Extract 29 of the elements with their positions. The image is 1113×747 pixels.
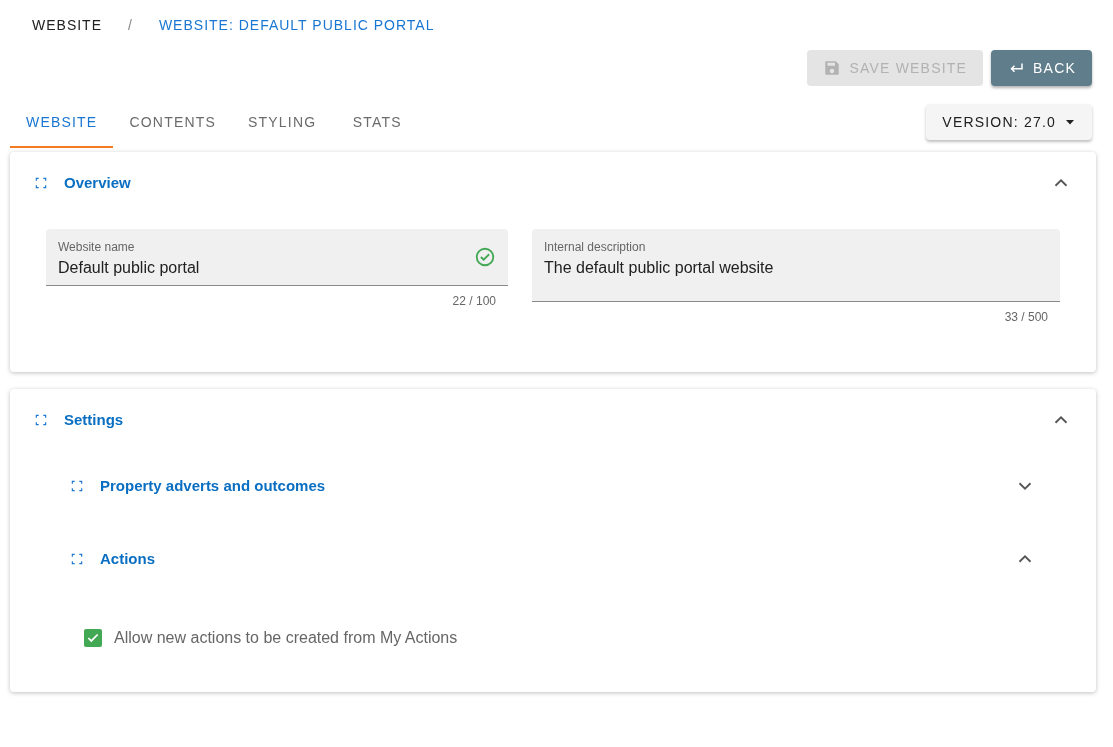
back-button[interactable]: BACK — [991, 50, 1092, 86]
save-icon — [823, 59, 842, 77]
expand-icon — [34, 176, 48, 191]
breadcrumb-separator: / — [128, 15, 133, 35]
section-title[interactable]: Property adverts and outcomes — [100, 475, 326, 498]
panel-title[interactable]: Overview — [64, 172, 131, 195]
text-field[interactable]: Website name Default public portal — [46, 228, 508, 286]
field-label: Website name — [58, 238, 136, 256]
breadcrumb-item[interactable]: WEBSITE — [32, 14, 102, 36]
checkbox-label: Allow new actions to be created from My Actions — [114, 628, 458, 648]
section-title[interactable]: Actions — [100, 547, 155, 570]
text-field[interactable]: Internal description The default public portal website — [532, 228, 1060, 302]
character-counter: 22 / 100 — [451, 292, 497, 310]
field-label: Internal description — [544, 238, 647, 256]
field-value: The default public portal website — [544, 257, 774, 278]
tab[interactable]: WEBSITE — [10, 100, 114, 148]
checkbox[interactable] — [84, 629, 102, 647]
expand-icon — [70, 551, 84, 566]
version-dropdown[interactable]: VERSION: 27.0 — [926, 104, 1092, 140]
character-counter: 33 / 500 — [1003, 308, 1049, 326]
panel-title[interactable]: Settings — [64, 408, 124, 431]
tab[interactable]: CONTENTS — [113, 100, 233, 148]
expand-icon — [70, 479, 84, 494]
tab[interactable]: STYLING — [232, 100, 333, 148]
breadcrumb-item[interactable]: WEBSITE: DEFAULT PUBLIC PORTAL — [158, 14, 435, 36]
field-value: Default public portal — [58, 257, 200, 278]
expand-icon — [34, 412, 48, 427]
tab[interactable]: STATS — [332, 100, 423, 148]
check-icon — [86, 631, 100, 645]
